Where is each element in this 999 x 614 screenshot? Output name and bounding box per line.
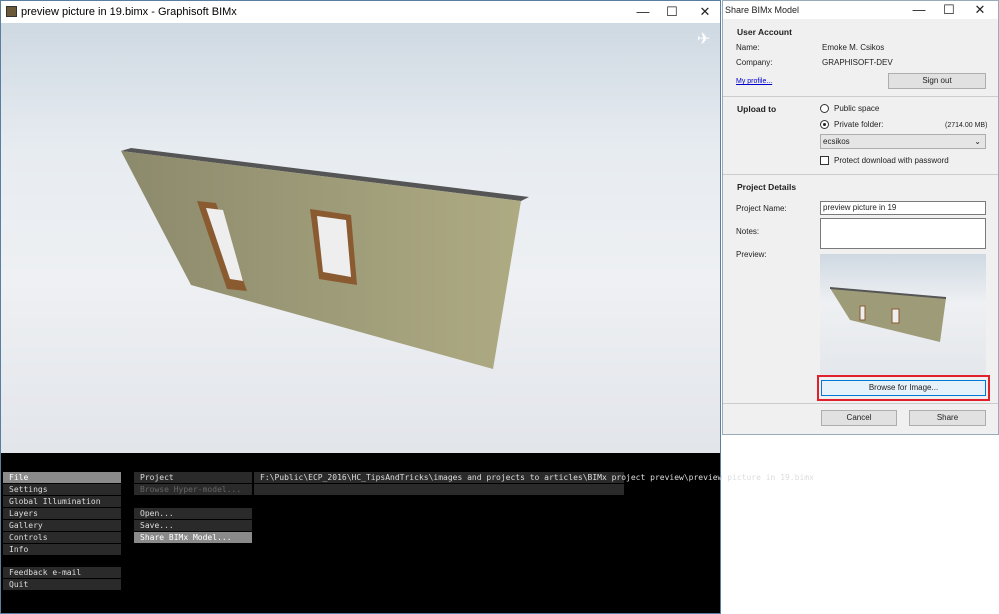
menu-global-illumination[interactable]: Global Illumination [3, 496, 121, 507]
bimx-menu-panel: File Settings Global Illumination Layers… [1, 453, 814, 613]
user-account-heading: User Account [737, 27, 792, 37]
private-folder-radio[interactable] [820, 120, 829, 129]
cancel-button[interactable]: Cancel [821, 410, 897, 426]
save-button[interactable]: Save... [134, 520, 252, 531]
divider [723, 174, 998, 175]
name-label: Name: [736, 43, 760, 52]
private-folder-label: Private folder: [834, 120, 884, 129]
menu-quit[interactable]: Quit [3, 579, 121, 590]
menu-file[interactable]: File [3, 472, 121, 483]
project-name-input[interactable]: preview picture in 19 [820, 201, 986, 215]
folder-dropdown[interactable]: ecsikos ⌄ [820, 134, 986, 149]
divider [723, 96, 998, 97]
browse-hyper-model-button[interactable]: Browse Hyper-model... [134, 484, 252, 495]
dialog-minimize-button[interactable]: — [909, 1, 929, 19]
menu-layers[interactable]: Layers [3, 508, 121, 519]
maximize-button[interactable]: ☐ [662, 3, 682, 21]
notes-input[interactable] [820, 218, 986, 249]
menu-gallery[interactable]: Gallery [3, 520, 121, 531]
project-label: Project [134, 472, 252, 483]
folder-value: ecsikos [823, 137, 850, 146]
menu-settings[interactable]: Settings [3, 484, 121, 495]
hyper-model-field [254, 484, 624, 495]
window-title: preview picture in 19.bimx - Graphisoft … [21, 6, 237, 18]
dialog-close-button[interactable]: ✕ [970, 1, 990, 19]
notes-label: Notes: [736, 227, 760, 236]
divider [723, 403, 998, 404]
dialog-title-bar: Share BIMx Model — ☐ ✕ [723, 1, 998, 19]
project-name-label: Project Name: [736, 204, 787, 213]
airplane-icon[interactable]: ✈ [697, 29, 710, 49]
upload-to-heading: Upload to [737, 104, 777, 114]
open-button[interactable]: Open... [134, 508, 252, 519]
protect-password-label: Protect download with password [834, 156, 949, 165]
bimx-main-window: preview picture in 19.bimx - Graphisoft … [0, 0, 814, 614]
share-bimx-dialog: Share BIMx Model — ☐ ✕ User Account Name… [722, 0, 999, 435]
public-space-radio[interactable] [820, 104, 829, 113]
close-button[interactable]: ✕ [695, 3, 715, 21]
public-space-label: Public space [834, 104, 880, 113]
chevron-down-icon: ⌄ [974, 137, 981, 146]
quota-label: (2714.00 MB) [945, 122, 988, 129]
menu-controls[interactable]: Controls [3, 532, 121, 543]
title-bar: preview picture in 19.bimx - Graphisoft … [1, 1, 720, 23]
share-button[interactable]: Share [909, 410, 986, 426]
my-profile-link[interactable]: My profile... [736, 78, 772, 85]
preview-label: Preview: [736, 250, 767, 259]
project-path: F:\Public\ECP_2016\HC_TipsAndTricks\imag… [254, 472, 814, 483]
name-value: Emoke M. Csikos [822, 43, 885, 52]
menu-feedback-email[interactable]: Feedback e-mail [3, 567, 121, 578]
bimx-app-icon [6, 6, 17, 17]
dialog-maximize-button[interactable]: ☐ [939, 1, 959, 19]
sign-out-button[interactable]: Sign out [888, 73, 986, 89]
share-bimx-model-button[interactable]: Share BIMx Model... [134, 532, 252, 543]
minimize-button[interactable]: — [633, 3, 653, 21]
project-details-heading: Project Details [737, 182, 797, 192]
browse-for-image-button[interactable]: Browse for Image... [821, 380, 986, 396]
preview-image [820, 254, 986, 376]
wall-model [121, 148, 529, 369]
3d-viewport[interactable]: ✈ [1, 23, 720, 453]
protect-password-checkbox[interactable] [820, 156, 829, 165]
company-label: Company: [736, 58, 773, 67]
dialog-title: Share BIMx Model [725, 5, 800, 15]
company-value: GRAPHISOFT-DEV [822, 58, 893, 67]
menu-info[interactable]: Info [3, 544, 121, 555]
